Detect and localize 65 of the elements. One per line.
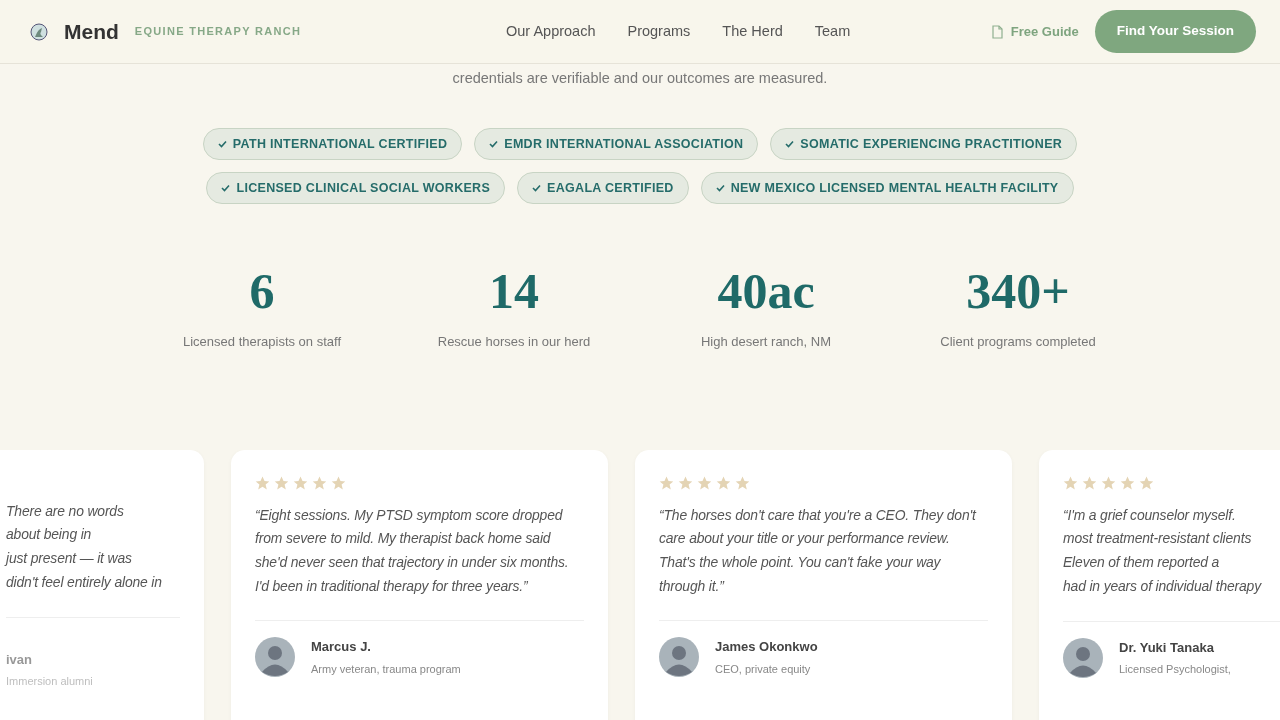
credential-badge: PATH INTERNATIONAL CERTIFIED bbox=[202, 128, 463, 160]
logo-icon bbox=[30, 22, 48, 41]
stat-value: 40ac bbox=[716, 266, 816, 316]
quote-line: didn't feel entirely alone in bbox=[6, 572, 163, 592]
quote-line: most treatment-resistant clients bbox=[1063, 529, 1253, 549]
avatar bbox=[659, 637, 699, 678]
star-icon bbox=[697, 475, 712, 490]
stat-label: Client programs completed bbox=[939, 333, 1097, 351]
stat-label: Licensed therapists on staff bbox=[182, 333, 342, 351]
star-icon bbox=[659, 475, 674, 490]
quote-line: “I'm a grief counselor myself. bbox=[1063, 505, 1237, 525]
check-icon bbox=[532, 184, 542, 192]
quote-line: had in years of individual therapy bbox=[1063, 576, 1263, 596]
check-icon bbox=[785, 140, 795, 148]
credential-badge: NEW MEXICO LICENSED MENTAL HEALTH FACILITY bbox=[700, 172, 1074, 204]
brand-tagline: EQUINE THERAPY RANCH bbox=[134, 24, 302, 40]
quote-line: There are no words bbox=[6, 501, 125, 521]
star-icon bbox=[1139, 475, 1154, 490]
credential-badge: SOMATIC EXPERIENCING PRACTITIONER bbox=[770, 128, 1078, 160]
testimonial-quote: “The horses don't care that you're a CEO. They don't care about your title or your performance review. That's the whole point. You can't fake your way through it.” bbox=[659, 505, 978, 596]
brand-name[interactable]: Mend bbox=[64, 15, 119, 48]
star-icon bbox=[678, 475, 693, 490]
star-icon bbox=[255, 475, 270, 490]
stat-value: 14 bbox=[488, 266, 540, 316]
person-role: CEO, private equity bbox=[715, 661, 812, 677]
star-icon bbox=[274, 475, 289, 490]
check-icon bbox=[221, 184, 231, 192]
nav-link[interactable]: Our Approach bbox=[506, 20, 596, 43]
person-role: Immersion alumni bbox=[6, 674, 93, 689]
star-icon bbox=[312, 475, 327, 490]
avatar bbox=[255, 637, 295, 678]
star-icon bbox=[331, 475, 346, 490]
star-icon bbox=[716, 475, 731, 490]
check-icon bbox=[489, 140, 499, 148]
credential-badge: LICENSED CLINICAL SOCIAL WORKERS bbox=[206, 172, 506, 204]
testimonial-quote: “Eight sessions. My PTSD symptom score dropped from severe to mild. My therapist back home said she'd never seen that trajectory in under six months. I'd been in traditional therapy for three years.” bbox=[255, 505, 570, 596]
document-icon bbox=[991, 24, 1003, 39]
star-icon bbox=[735, 475, 750, 490]
quote-line: Eleven of them reported a bbox=[1063, 552, 1221, 572]
person-name: James Okonkwo bbox=[715, 638, 818, 657]
check-icon bbox=[217, 140, 227, 148]
star-icon bbox=[1101, 475, 1116, 490]
stat-value: 6 bbox=[248, 266, 276, 316]
avatar bbox=[1063, 637, 1103, 678]
quote-line: just present — it was bbox=[6, 548, 133, 568]
nav-link[interactable]: The Herd bbox=[722, 20, 783, 43]
credential-badge: EMDR INTERNATIONAL ASSOCIATION bbox=[474, 128, 759, 160]
quote-line: about being in bbox=[6, 525, 93, 545]
check-icon bbox=[715, 184, 725, 192]
star-icon bbox=[1082, 475, 1097, 490]
star-icon bbox=[1063, 475, 1078, 490]
person-name: Dr. Yuki Tanaka bbox=[1119, 638, 1215, 657]
nav-link[interactable]: Team bbox=[814, 20, 851, 43]
credential-badge: EAGALA CERTIFIED bbox=[517, 172, 689, 204]
person-name: Marcus J. bbox=[311, 638, 372, 657]
intro-text: credentials are verifiable and our outcomes are measured. bbox=[452, 69, 828, 88]
nav-link[interactable]: Programs bbox=[627, 20, 691, 43]
person-name: ivan bbox=[6, 650, 33, 669]
stat-label: High desert ranch, NM bbox=[699, 333, 833, 351]
stat-value: 340+ bbox=[965, 266, 1071, 316]
star-icon bbox=[293, 475, 308, 490]
stat-label: Rescue horses in our herd bbox=[436, 333, 592, 351]
person-role: Licensed Psychologist, bbox=[1119, 662, 1231, 677]
person-role: Army veteran, trauma program bbox=[311, 661, 461, 677]
star-icon bbox=[1120, 475, 1135, 490]
